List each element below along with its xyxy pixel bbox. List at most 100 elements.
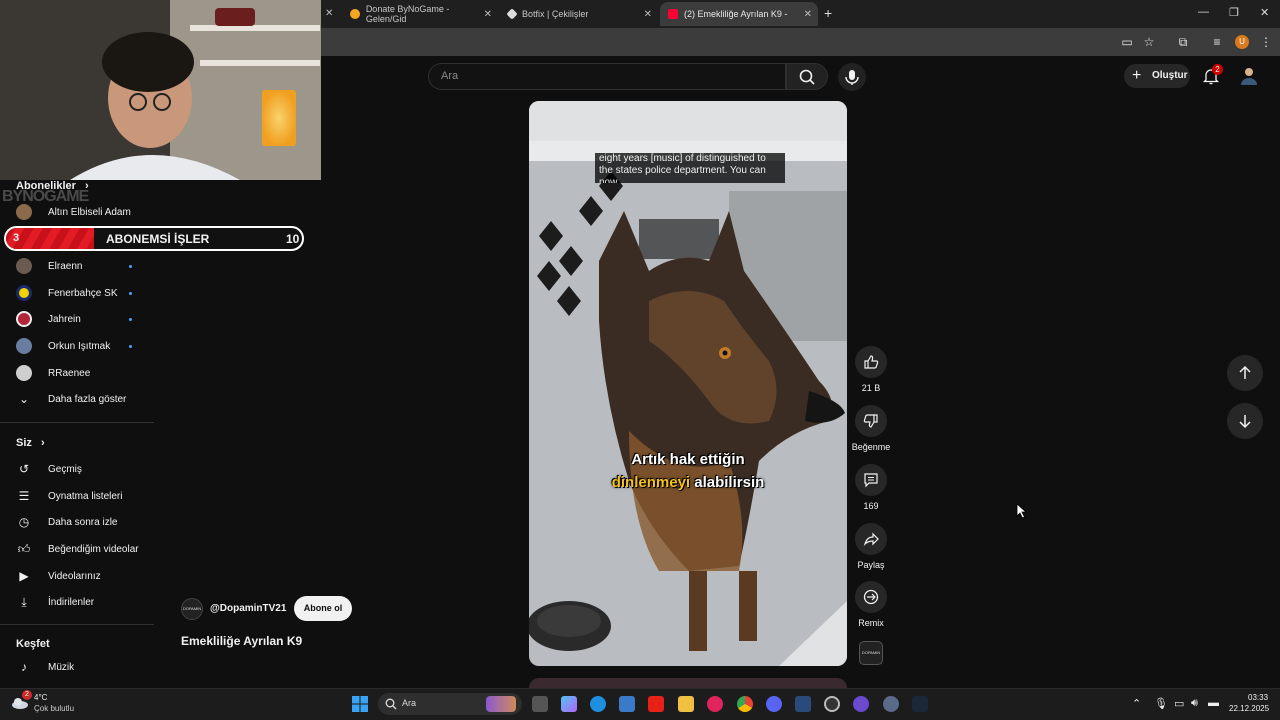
tab-youtube[interactable]: (2) Emekliliğe Ayrılan K9 - Y ✕ [660, 2, 818, 26]
mouse-cursor-icon [1016, 503, 1028, 519]
sidebar-item-elraenn[interactable]: Elraenn [0, 253, 154, 279]
account-avatar[interactable] [1240, 66, 1258, 86]
search-button[interactable] [786, 63, 828, 90]
playlist-icon: ☰ [18, 489, 30, 503]
goal-current: 3 [13, 232, 20, 244]
sidebar-item-orkun-isitmak[interactable]: Orkun Işıtmak [0, 333, 154, 359]
task-view-icon[interactable] [532, 696, 548, 712]
microphone-icon[interactable]: 🎙︎ [1154, 697, 1168, 710]
battery-icon[interactable]: ▬ [1208, 697, 1219, 709]
clock-time[interactable]: 03:33 [1248, 693, 1268, 702]
network-icon[interactable]: ▭ [1174, 697, 1184, 710]
botfix-favicon-icon [506, 8, 518, 20]
store-icon[interactable] [619, 696, 635, 712]
minimize-icon[interactable]: — [1198, 6, 1209, 18]
browser-menu-icon[interactable]: ⋮ [1259, 35, 1273, 49]
settings-icon[interactable] [883, 696, 899, 712]
cc-line: now [599, 177, 618, 183]
create-button[interactable]: + Oluştur [1124, 64, 1190, 88]
sidebar-item-rraenee[interactable]: RRaenee [0, 360, 154, 386]
tab-donate[interactable]: Donate ByNoGame - Gelen/Gid ✕ [342, 2, 498, 26]
chevron-right-icon: › [40, 437, 45, 449]
short-video-player[interactable]: eight years [music] of distinguished to … [529, 101, 847, 666]
share-button[interactable] [855, 523, 887, 555]
new-tab-icon[interactable]: + [824, 5, 832, 21]
close-icon[interactable]: ✕ [804, 9, 812, 20]
sidebar-item-your-videos[interactable]: ▶ Videolarınız [0, 563, 154, 589]
short-title[interactable]: Emekliliğe Ayrılan K9 [181, 634, 302, 648]
chevron-down-icon: ⌄ [18, 392, 30, 406]
sidebar-item-altin-elbiseli-adam[interactable]: Altın Elbiseli Adam [0, 199, 154, 225]
sidebar-item-watch-later[interactable]: ◷ Daha sonra izle [0, 509, 154, 535]
show-more-button[interactable]: ⌄ Daha fazla göster [0, 386, 154, 412]
file-explorer-icon[interactable] [678, 696, 694, 712]
sidebar-item-fenerbahce[interactable]: Fenerbahçe SK [0, 280, 154, 306]
sidebar-item-music[interactable]: ♪ Müzik [0, 654, 154, 680]
tray-expand-icon[interactable]: ⌃ [1132, 697, 1141, 710]
steam-icon[interactable] [912, 696, 928, 712]
channel-avatar [16, 285, 32, 301]
remix-icon [863, 589, 879, 605]
like-button[interactable] [855, 346, 887, 378]
next-short-preview[interactable] [529, 678, 847, 688]
sidebar-item-label: Jahrein [48, 313, 81, 325]
app-icon[interactable] [853, 696, 869, 712]
discord-icon[interactable] [766, 696, 782, 712]
volume-icon[interactable]: 🔊︎ [1191, 697, 1198, 710]
extensions-icon[interactable]: ⧉ [1176, 35, 1190, 49]
sidebar-item-playlists[interactable]: ☰ Oynatma listeleri [0, 483, 154, 509]
notifications-button[interactable]: 2 [1202, 64, 1223, 85]
new-content-dot [129, 344, 132, 348]
clock-icon: ◷ [18, 515, 30, 529]
weather-badge: 2 [22, 690, 32, 700]
previous-short-button[interactable] [1227, 355, 1263, 391]
sidebar-item-label: Geçmiş [48, 463, 82, 475]
weather-desc: Çok bulutlu [34, 704, 75, 713]
channel-avatar [16, 204, 32, 220]
search-input[interactable]: Ara [428, 63, 786, 90]
tab-title: Botfix | Çekilişler [522, 9, 589, 19]
obs-icon[interactable] [824, 696, 840, 712]
next-short-button[interactable] [1227, 403, 1263, 439]
close-icon[interactable]: ✕ [484, 9, 492, 20]
windows-start-button[interactable] [352, 696, 368, 712]
weather-widget-icon[interactable]: 2 [10, 690, 32, 712]
windows-logo-icon [352, 696, 368, 712]
sound-source-thumbnail[interactable]: DOPAMIN TV [859, 641, 883, 665]
share-icon [863, 532, 879, 547]
clock-date[interactable]: 22.12.2025 [1229, 704, 1269, 713]
restore-icon[interactable]: ❐ [1229, 6, 1239, 19]
cast-icon[interactable]: ▭ [1120, 35, 1134, 49]
youtube-favicon-icon [668, 9, 678, 19]
subscribe-button[interactable]: Abone ol [294, 596, 352, 621]
media-control-icon[interactable]: ≡ [1210, 35, 1224, 49]
tab-botfix[interactable]: Botfix | Çekilişler ✕ [500, 2, 658, 26]
subscriber-goal-banner: 3 ABONEMSİ İŞLER 10 [4, 226, 304, 251]
media-player-icon[interactable] [707, 696, 723, 712]
app-icon[interactable] [795, 696, 811, 712]
sidebar-item-history[interactable]: ↺ Geçmiş [0, 456, 154, 482]
voice-search-button[interactable] [838, 63, 866, 91]
sidebar-divider [0, 422, 154, 423]
you-heading[interactable]: Siz › [16, 437, 45, 449]
dislike-button[interactable] [855, 405, 887, 437]
bookmark-star-icon[interactable]: ☆ [1142, 35, 1156, 49]
copilot-icon[interactable] [561, 696, 577, 712]
close-icon[interactable]: ✕ [644, 9, 652, 20]
comments-button[interactable] [855, 464, 887, 496]
webcam-scene [0, 0, 321, 180]
taskbar-search-box[interactable]: Ara [378, 693, 522, 715]
youtube-app-icon[interactable] [648, 696, 664, 712]
sidebar-item-downloads[interactable]: ⤓ İndirilenler [0, 589, 154, 615]
close-tab-icon[interactable]: ✕ [325, 8, 333, 19]
edge-icon[interactable] [590, 696, 606, 712]
sidebar-item-jahrein[interactable]: Jahrein [0, 306, 154, 332]
cc-line: the states police department. You can [599, 165, 766, 176]
sidebar-item-liked-videos[interactable]: 👍︎ Beğendiğim videolar [0, 536, 154, 562]
remix-button[interactable] [855, 581, 887, 613]
profile-avatar-icon[interactable]: U [1235, 35, 1249, 49]
channel-avatar[interactable]: DOPAMIN TV [181, 598, 203, 620]
chrome-icon[interactable] [737, 696, 753, 712]
channel-handle[interactable]: @DopaminTV21 [210, 603, 286, 614]
window-close-icon[interactable]: ✕ [1260, 6, 1269, 19]
